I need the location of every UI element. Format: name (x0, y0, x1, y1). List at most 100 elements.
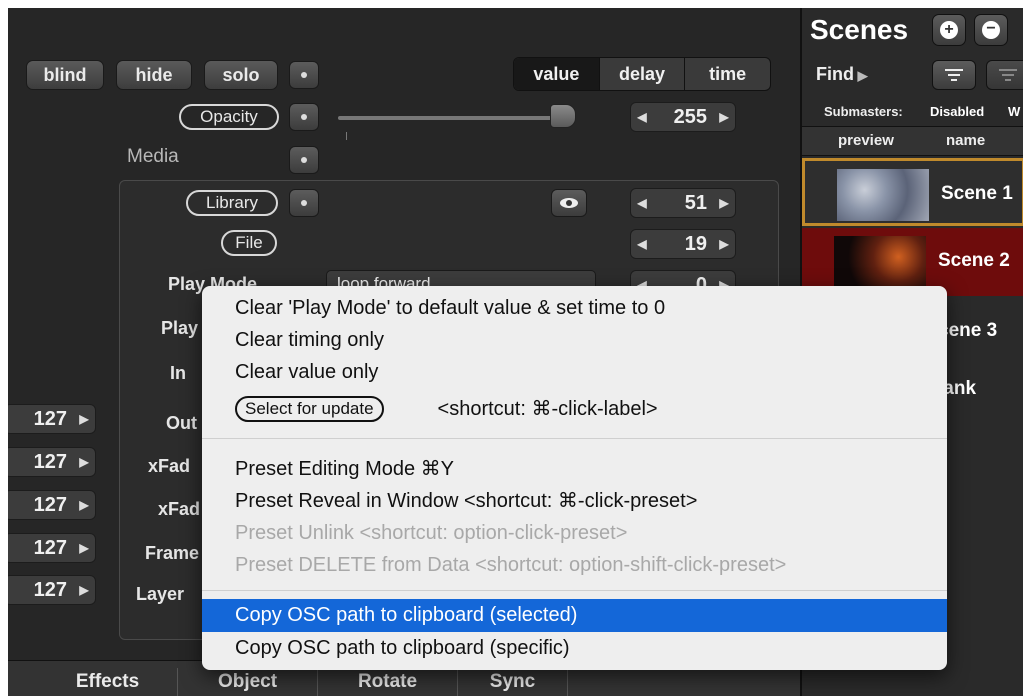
opacity-label[interactable]: Opacity (179, 104, 279, 130)
decrement-icon[interactable]: ◀ (631, 110, 653, 124)
slider-thumb[interactable] (550, 104, 576, 128)
media-label: Media (127, 146, 179, 167)
file-stepper[interactable]: ◀ 19 ▶ (630, 229, 736, 259)
menu-separator (202, 590, 947, 591)
blind-button[interactable]: blind (26, 60, 104, 90)
filter-button[interactable] (932, 60, 976, 90)
dot-icon (301, 157, 307, 163)
minus-icon: − (982, 21, 1000, 39)
increment-icon[interactable]: ▶ (713, 237, 735, 251)
menu-item-clear-play-mode[interactable]: Clear 'Play Mode' to default value & set… (202, 292, 947, 325)
increment-icon[interactable]: ▶ (73, 583, 95, 597)
scenes-column-header (802, 126, 1023, 156)
remove-scene-button[interactable]: − (974, 14, 1008, 46)
increment-icon[interactable]: ▶ (73, 498, 95, 512)
submasters-extra[interactable]: W (1008, 104, 1020, 119)
eye-icon[interactable] (551, 189, 587, 217)
param-label-frame: Frame (145, 543, 200, 563)
left-stepper-2[interactable]: 127 ▶ (8, 447, 96, 477)
scene-name: Scene 1 (941, 183, 1013, 204)
left-stepper-value: 127 (33, 407, 67, 430)
menu-item-clear-timing[interactable]: Clear timing only (202, 324, 947, 357)
slider-tick (346, 132, 347, 140)
scene-thumbnail (837, 169, 929, 221)
increment-icon[interactable]: ▶ (713, 110, 735, 124)
opacity-stepper[interactable]: ◀ 255 ▶ (630, 102, 736, 132)
column-name[interactable]: name (946, 132, 985, 149)
select-for-update-pill: Select for update (235, 395, 384, 422)
menu-item-select-for-update[interactable]: Select for update <shortcut: ⌘-click-lab… (202, 392, 947, 425)
menu-item-clear-value[interactable]: Clear value only (202, 356, 947, 389)
left-stepper-5[interactable]: 127 ▶ (8, 575, 96, 605)
slider-track (338, 116, 568, 120)
submasters-value[interactable]: Disabled (930, 104, 984, 119)
library-options-button[interactable] (289, 189, 319, 217)
left-stepper-4[interactable]: 127 ▶ (8, 533, 96, 563)
increment-icon[interactable]: ▶ (73, 412, 95, 426)
tab-sync[interactable]: Sync (458, 668, 568, 696)
param-label-out: Out (166, 413, 197, 433)
library-value: 51 (684, 191, 707, 214)
library-label[interactable]: Library (186, 190, 278, 216)
opacity-options-button[interactable] (289, 103, 319, 131)
menu-item-copy-osc-selected[interactable]: Copy OSC path to clipboard (selected) (202, 599, 947, 632)
param-label-xfade-1: xFad (148, 456, 191, 476)
menu-item-copy-osc-specific[interactable]: Copy OSC path to clipboard (specific) (202, 632, 947, 665)
filter-button-2[interactable] (986, 60, 1023, 90)
solo-options-button[interactable] (289, 61, 319, 89)
add-scene-button[interactable]: + (932, 14, 966, 46)
increment-icon[interactable]: ▶ (73, 541, 95, 555)
left-stepper-1[interactable]: 127 ▶ (8, 404, 96, 434)
find-label[interactable]: Find ▶ (816, 64, 868, 85)
param-label-xfade-2: xFad (158, 499, 201, 519)
menu-item-preset-editing-mode[interactable]: Preset Editing Mode ⌘Y (202, 452, 947, 485)
submasters-label: Submasters: (824, 104, 903, 119)
opacity-slider[interactable] (338, 104, 578, 140)
select-for-update-shortcut: <shortcut: ⌘-click-label> (437, 398, 658, 420)
menu-item-preset-delete: Preset DELETE from Data <shortcut: optio… (235, 554, 787, 576)
left-stepper-value: 127 (33, 578, 67, 601)
opacity-value: 255 (673, 105, 707, 128)
decrement-icon[interactable]: ◀ (631, 196, 653, 210)
param-label-play: Play (161, 318, 199, 338)
segment-time[interactable]: time (685, 58, 770, 90)
menu-item-preset-reveal[interactable]: Preset Reveal in Window <shortcut: ⌘-cli… (202, 484, 947, 517)
tab-effects[interactable]: Effects (38, 668, 178, 696)
segment-delay[interactable]: delay (600, 58, 686, 90)
scene-thumbnail (834, 236, 926, 288)
left-stepper-value: 127 (33, 450, 67, 473)
filter-icon (999, 69, 1017, 81)
find-text: Find (816, 64, 854, 84)
column-preview[interactable]: preview (838, 132, 894, 149)
scenes-title: Scenes (810, 14, 909, 45)
file-label[interactable]: File (221, 230, 277, 256)
left-stepper-value: 127 (33, 536, 67, 559)
mode-segmented-control: value delay time (513, 57, 771, 91)
menu-separator (202, 438, 947, 439)
menu-item-preset-unlink: Preset Unlink <shortcut: option-click-pr… (235, 522, 628, 544)
segment-value[interactable]: value (514, 58, 600, 90)
param-label-in: In (170, 363, 186, 383)
increment-icon[interactable]: ▶ (713, 196, 735, 210)
filter-icon (945, 69, 963, 81)
tab-rotate[interactable]: Rotate (318, 668, 458, 696)
library-stepper[interactable]: ◀ 51 ▶ (630, 188, 736, 218)
left-stepper-value: 127 (33, 493, 67, 516)
dot-icon (301, 200, 307, 206)
dot-icon (301, 114, 307, 120)
solo-button[interactable]: solo (204, 60, 278, 90)
param-label-layer: Layer (136, 584, 185, 604)
file-value: 19 (684, 232, 707, 255)
scene-name: Scene 2 (938, 250, 1010, 271)
scene-row-1[interactable]: Scene 1 (802, 158, 1023, 226)
disclosure-icon: ▶ (854, 68, 868, 83)
increment-icon[interactable]: ▶ (73, 455, 95, 469)
dot-icon (301, 72, 307, 78)
plus-icon: + (940, 21, 958, 39)
hide-button[interactable]: hide (116, 60, 192, 90)
tab-object[interactable]: Object (178, 668, 318, 696)
media-options-button[interactable] (289, 146, 319, 174)
decrement-icon[interactable]: ◀ (631, 237, 653, 251)
context-menu: Clear 'Play Mode' to default value & set… (202, 286, 947, 670)
left-stepper-3[interactable]: 127 ▶ (8, 490, 96, 520)
